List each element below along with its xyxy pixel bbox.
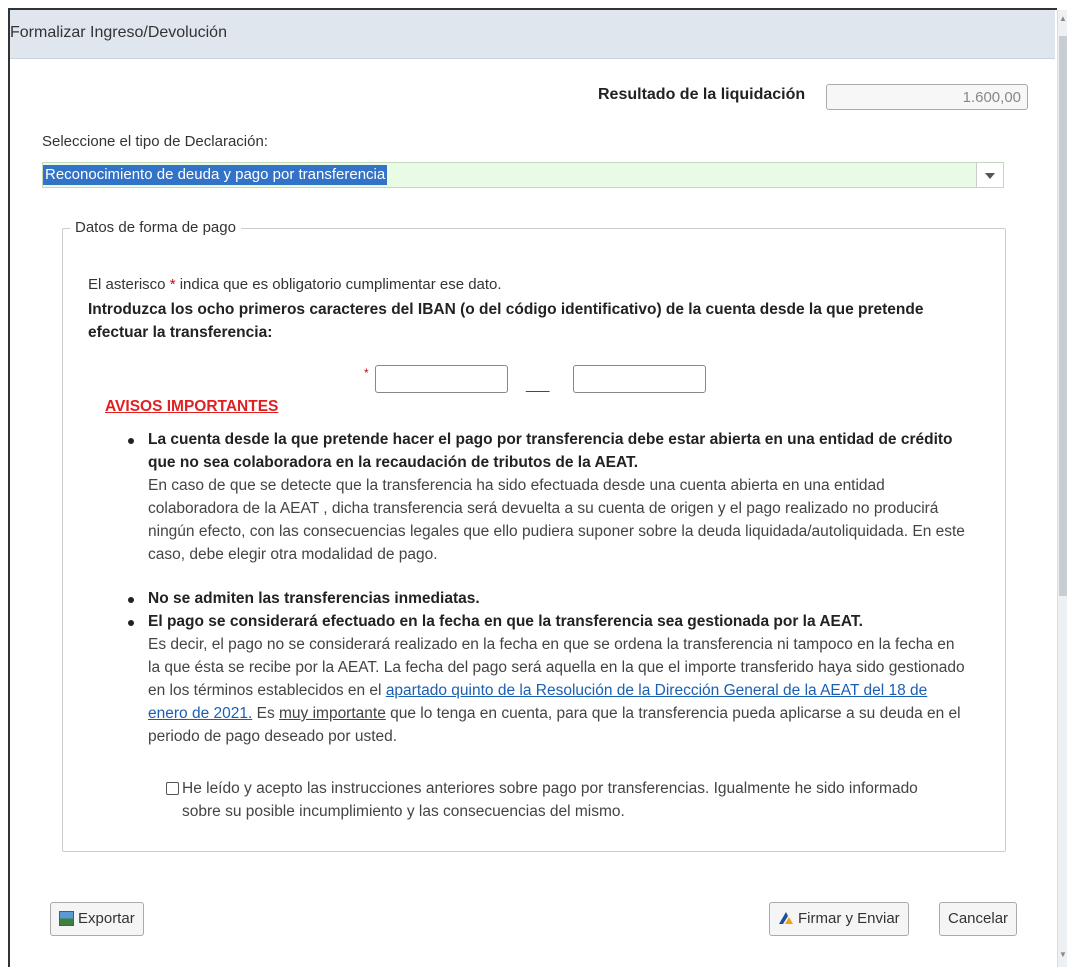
result-field: 1.600,00 [826,84,1028,110]
notice-item-3-text-b: Es [252,705,279,722]
declaration-select[interactable]: Reconocimiento de deuda y pago por trans… [42,162,1004,188]
sign-icon [778,905,794,924]
export-icon [59,911,74,926]
notice-item-3-title: El pago se considerará efectuado en la f… [148,613,863,630]
result-label: Resultado de la liquidación [598,86,806,103]
notice-item-2-title: No se admiten las transferencias inmedia… [148,590,480,607]
asterisk-note-prefix: El asterisco [88,276,170,293]
dialog-title: Formalizar Ingreso/Devolución [10,24,227,41]
export-button[interactable]: Exportar [50,902,144,936]
acknowledge-row: He leído y acepto las instrucciones ante… [166,777,956,823]
notice-item-1-title: La cuenta desde la que pretende hacer el… [148,431,953,471]
asterisk-note: El asterisco * indica que es obligatorio… [88,276,502,293]
notice-item-2: No se admiten las transferencias inmedia… [148,587,968,610]
notice-item-3-text: Es decir, el pago no se considerará real… [148,633,968,748]
notices-heading: AVISOS IMPORTANTES [105,398,279,415]
dropdown-button[interactable] [976,163,1003,187]
declaration-selected-value: Reconocimiento de deuda y pago por trans… [43,165,388,185]
scroll-up-icon[interactable]: ▲ [1059,14,1067,24]
iban-required-marker: * [364,366,369,380]
sign-send-button[interactable]: Firmar y Enviar [769,902,909,936]
iban-instruction: Introduzca los ocho primeros caracteres … [88,301,924,341]
bullet-icon [128,438,134,444]
asterisk-note-suffix: indica que es obligatorio cumplimentar e… [175,276,502,293]
acknowledge-checkbox[interactable] [166,782,179,795]
scroll-down-icon[interactable]: ▼ [1059,950,1067,960]
notice-item-3: El pago se considerará efectuado en la f… [148,610,968,748]
emphasis-text: muy importante [279,705,386,722]
bullet-icon [128,620,134,626]
dialog-titlebar: Formalizar Ingreso/Devolución [10,10,1055,59]
bullet-icon [128,597,134,603]
iban-input-part2[interactable] [573,365,706,393]
chevron-down-icon [985,173,995,179]
export-button-label: Exportar [78,910,135,927]
notice-item-1-text: En caso de que se detecte que la transfe… [148,477,965,563]
notice-item-1: La cuenta desde la que pretende hacer el… [148,428,968,566]
iban-input-part1[interactable] [375,365,508,393]
cancel-label: Cancelar [948,910,1009,927]
vertical-scrollbar[interactable]: ▲ ▼ [1057,10,1067,967]
iban-separator: ___ [526,376,550,392]
sign-send-label: Firmar y Enviar [798,910,900,927]
payment-legend: Datos de forma de pago [70,219,241,236]
acknowledge-label[interactable]: He leído y acepto las instrucciones ante… [182,777,956,823]
scrollbar-thumb[interactable] [1059,36,1067,596]
declaration-label: Seleccione el tipo de Declaración: [42,133,268,150]
cancel-button[interactable]: Cancelar [939,902,1018,936]
